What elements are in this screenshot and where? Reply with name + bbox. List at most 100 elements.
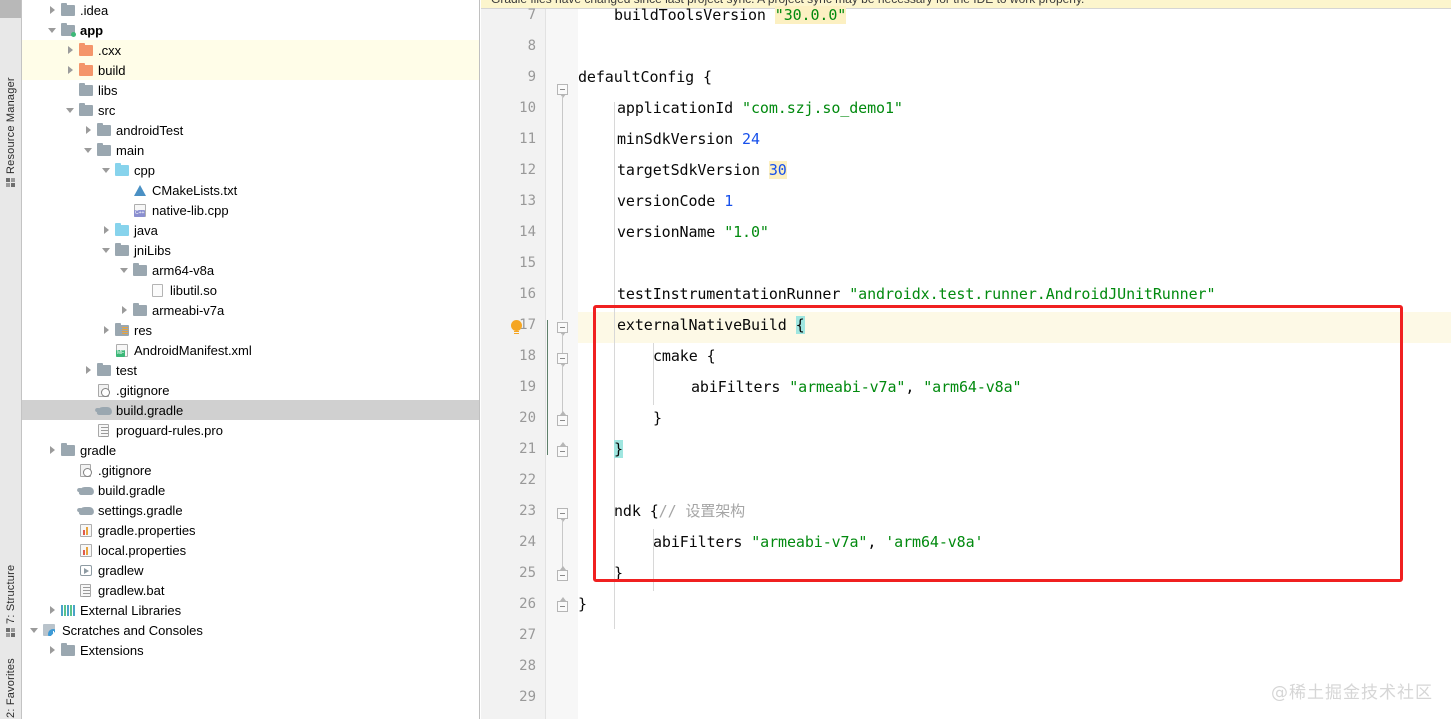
- tool-window-resource-manager[interactable]: Resource Manager: [0, 24, 21, 174]
- tree-node-jnilibs[interactable]: jniLibs: [22, 240, 479, 260]
- chevron-right-icon[interactable]: [46, 440, 59, 460]
- tree-node-build[interactable]: build: [22, 60, 479, 80]
- fold-marker-column[interactable]: [511, 9, 578, 719]
- resource-folder-icon: [113, 320, 131, 340]
- tree-node-main[interactable]: main: [22, 140, 479, 160]
- chevron-right-icon[interactable]: [100, 220, 113, 240]
- code-line-12: targetSdkVersion 30: [617, 155, 787, 186]
- tree-node-libs[interactable]: libs: [22, 80, 479, 100]
- tree-node-gitignore[interactable]: .gitignore: [22, 460, 479, 480]
- code-line-10: applicationId "com.szj.so_demo1": [617, 93, 903, 124]
- editor-gutter[interactable]: 7 8 9 10 11 12 13 14 15 16 17 18 19 20 21 22 23 24 25 26 27 2…: [481, 7, 546, 719]
- chevron-down-icon[interactable]: [100, 160, 113, 180]
- fold-region-line9: [562, 96, 563, 320]
- fold-marker-line20[interactable]: [557, 411, 568, 426]
- chevron-right-icon[interactable]: [64, 60, 77, 80]
- tree-node-armeabi-v7a[interactable]: armeabi-v7a: [22, 300, 479, 320]
- tree-node-label: cpp: [134, 162, 155, 178]
- tree-node-src[interactable]: src: [22, 100, 479, 120]
- line-number: 9: [527, 69, 536, 85]
- code-token-key: applicationId: [617, 99, 734, 117]
- fold-marker-line17[interactable]: [557, 322, 568, 336]
- tree-node-label: main: [116, 142, 145, 158]
- chevron-right-icon[interactable]: [82, 120, 95, 140]
- tree-node-gradle[interactable]: gradle: [22, 440, 479, 460]
- chevron-right-icon[interactable]: [46, 600, 59, 620]
- fold-marker-line23[interactable]: [557, 508, 568, 522]
- chevron-right-icon[interactable]: [118, 300, 131, 320]
- code-token-sep: ,: [867, 533, 886, 551]
- gitignore-file-icon: [77, 460, 95, 480]
- fold-marker-line25[interactable]: [557, 566, 568, 581]
- tree-node-label: AndroidManifest.xml: [134, 342, 252, 358]
- fold-marker-line18[interactable]: [557, 353, 568, 367]
- chevron-right-icon[interactable]: [46, 640, 59, 660]
- chevron-down-icon[interactable]: [46, 20, 59, 40]
- code-token-key: minSdkVersion: [617, 130, 734, 148]
- tree-node-java[interactable]: java: [22, 220, 479, 240]
- tree-node-app[interactable]: app: [22, 20, 479, 40]
- fold-marker-line21[interactable]: [557, 442, 568, 457]
- tree-node-androidmanifest-xml[interactable]: AndroidManifest.xml: [22, 340, 479, 360]
- chevron-right-icon[interactable]: [100, 320, 113, 340]
- tree-node-build-gradle[interactable]: build.gradle: [22, 480, 479, 500]
- chevron-down-icon[interactable]: [64, 100, 77, 120]
- line-number: 7: [527, 7, 536, 23]
- tree-node-label: build.gradle: [116, 402, 184, 418]
- chevron-down-icon[interactable]: [82, 140, 95, 160]
- tree-node-scratches-and-consoles[interactable]: Scratches and Consoles: [22, 620, 479, 640]
- chevron-down-icon[interactable]: [118, 260, 131, 280]
- code-token-key: buildToolsVersion: [614, 6, 766, 24]
- line-number: 22: [519, 472, 536, 488]
- tree-node-gitignore[interactable]: .gitignore: [22, 380, 479, 400]
- tool-window-favorites[interactable]: 2: Favorites: [0, 630, 21, 718]
- tree-node-androidtest[interactable]: androidTest: [22, 120, 479, 140]
- tree-node-libutil-so[interactable]: libutil.so: [22, 280, 479, 300]
- tree-node-idea[interactable]: .idea: [22, 0, 479, 20]
- tree-node-proguard-rules-pro[interactable]: proguard-rules.pro: [22, 420, 479, 440]
- chevron-down-icon[interactable]: [100, 240, 113, 260]
- gutter-line-14: 14: [481, 217, 546, 248]
- tree-node-local-properties[interactable]: local.properties: [22, 540, 479, 560]
- code-editor[interactable]: Gradle files have changed since last pro…: [481, 0, 1451, 719]
- chevron-right-icon[interactable]: [46, 0, 59, 20]
- tool-window-structure[interactable]: 7: Structure: [0, 512, 21, 624]
- tree-node-cmakelists-txt[interactable]: CMakeLists.txt: [22, 180, 479, 200]
- gutter-line-13: 13: [481, 186, 546, 217]
- chevron-down-icon[interactable]: [28, 620, 41, 640]
- line-number: 29: [519, 689, 536, 705]
- tree-node-arm64-v8a[interactable]: arm64-v8a: [22, 260, 479, 280]
- project-tool-window[interactable]: .idea app .cxx build libs src androidTest main c…: [22, 0, 480, 719]
- tree-node-native-lib-cpp[interactable]: native-lib.cpp: [22, 200, 479, 220]
- code-text-area[interactable]: buildToolsVersion "30.0.0" defaultConfig…: [578, 6, 1451, 719]
- tree-node-label: gradle: [80, 442, 117, 458]
- chevron-right-icon[interactable]: [82, 360, 95, 380]
- tree-node-gradlew-bat[interactable]: gradlew.bat: [22, 580, 479, 600]
- tree-node-label: gradle.properties: [98, 522, 196, 538]
- tree-node-label: native-lib.cpp: [152, 202, 229, 218]
- lightbulb-icon[interactable]: [511, 320, 522, 332]
- gradle-file-icon: [77, 500, 95, 520]
- tree-node-external-libraries[interactable]: External Libraries: [22, 600, 479, 620]
- tree-node-extensions[interactable]: Extensions: [22, 640, 479, 660]
- tree-node-settings-gradle[interactable]: settings.gradle: [22, 500, 479, 520]
- tree-node-gradle-properties[interactable]: gradle.properties: [22, 520, 479, 540]
- project-pane-scrollbar[interactable]: [471, 0, 479, 719]
- tree-node-cpp[interactable]: cpp: [22, 160, 479, 180]
- text-file-icon: [95, 420, 113, 440]
- code-token-brace-match: }: [614, 440, 623, 458]
- gutter-line-29: 29: [481, 682, 546, 713]
- tree-node-cxx[interactable]: .cxx: [22, 40, 479, 60]
- tree-node-gradlew[interactable]: gradlew: [22, 560, 479, 580]
- gutter-line-16: 16: [481, 279, 546, 310]
- gutter-line-21: 21: [481, 434, 546, 465]
- fold-marker-line26[interactable]: [557, 597, 568, 612]
- tree-node-res[interactable]: res: [22, 320, 479, 340]
- tree-node-test[interactable]: test: [22, 360, 479, 380]
- chevron-right-icon[interactable]: [64, 40, 77, 60]
- code-token-key: versionName: [617, 223, 716, 241]
- project-tree[interactable]: .idea app .cxx build libs src androidTest main c…: [22, 0, 479, 660]
- tree-node-build-gradle[interactable]: build.gradle: [22, 400, 479, 420]
- fold-marker-line9[interactable]: [557, 84, 568, 98]
